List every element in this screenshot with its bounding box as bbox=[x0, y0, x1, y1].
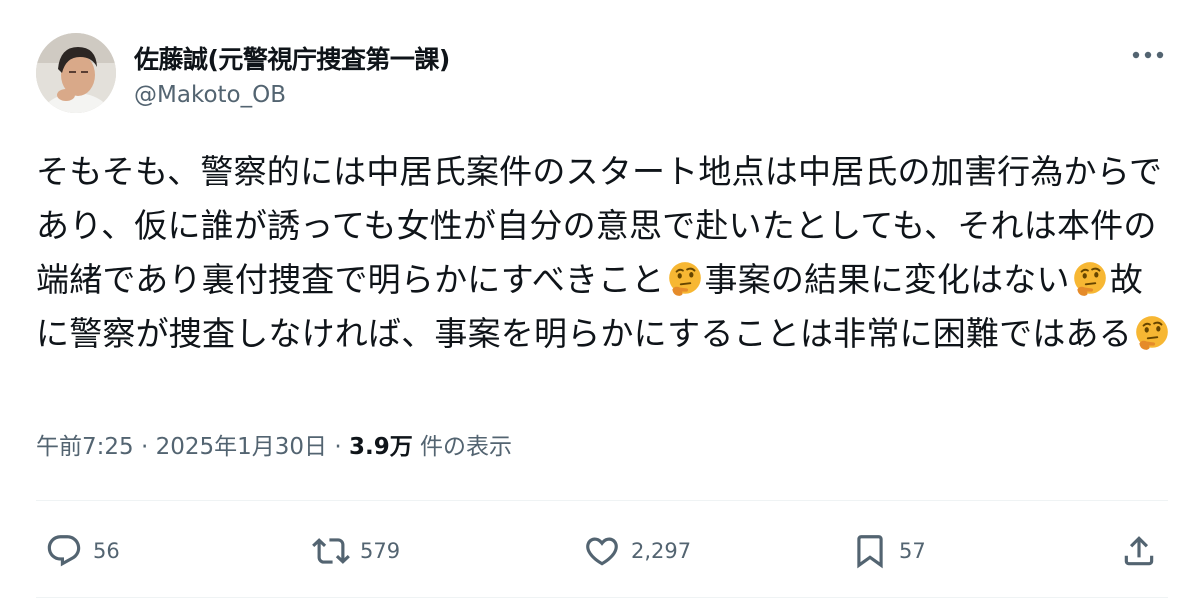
tweet-text: そもそも、警察的には中居氏案件のスタート地点は中居氏の加害行為からであり、仮に誰… bbox=[36, 145, 1176, 361]
more-horizontal-icon bbox=[1132, 51, 1164, 59]
reply-button[interactable]: 56 bbox=[45, 530, 120, 572]
meta-separator: · bbox=[133, 434, 156, 460]
tweet-meta: 午前7:25 · 2025年1月30日 · 3.9万 件の表示 bbox=[36, 427, 512, 461]
bookmark-icon bbox=[857, 535, 883, 569]
avatar-photo bbox=[36, 33, 116, 113]
views-label: 件の表示 bbox=[412, 434, 513, 460]
bookmark-button[interactable]: 57 bbox=[851, 530, 926, 572]
reply-icon bbox=[47, 535, 81, 567]
views-count[interactable]: 3.9万 bbox=[349, 434, 413, 460]
like-button[interactable]: 2,297 bbox=[583, 530, 691, 572]
post-time[interactable]: 午前7:25 bbox=[36, 434, 134, 460]
repost-count: 579 bbox=[360, 539, 401, 563]
like-count: 2,297 bbox=[631, 539, 692, 563]
meta-separator: · bbox=[327, 434, 349, 460]
author-handle[interactable]: @Makoto_OB bbox=[134, 82, 286, 108]
repost-icon bbox=[312, 538, 350, 564]
thinking-face-emoji bbox=[1136, 316, 1168, 350]
divider bbox=[36, 597, 1168, 598]
repost-button[interactable]: 579 bbox=[312, 530, 400, 572]
post-date[interactable]: 2025年1月30日 bbox=[156, 434, 327, 460]
reply-count: 56 bbox=[93, 539, 120, 563]
bookmark-count: 57 bbox=[899, 539, 926, 563]
divider bbox=[36, 500, 1168, 501]
heart-icon bbox=[586, 537, 618, 566]
thinking-face-emoji bbox=[1073, 262, 1106, 296]
share-icon bbox=[1124, 536, 1154, 566]
tweet-text-segment: 事案の結果に変化はない bbox=[704, 260, 1070, 299]
author-display-name[interactable]: 佐藤誠(元警視庁捜査第一課) bbox=[134, 40, 450, 76]
share-button[interactable] bbox=[1120, 530, 1158, 572]
more-options-button[interactable] bbox=[1128, 40, 1168, 70]
author-avatar[interactable] bbox=[36, 33, 116, 113]
thinking-face-emoji bbox=[668, 262, 701, 296]
tweet-card: 佐藤誠(元警視庁捜査第一課) @Makoto_OB そもそも、警察的には中居氏案… bbox=[0, 0, 1200, 615]
